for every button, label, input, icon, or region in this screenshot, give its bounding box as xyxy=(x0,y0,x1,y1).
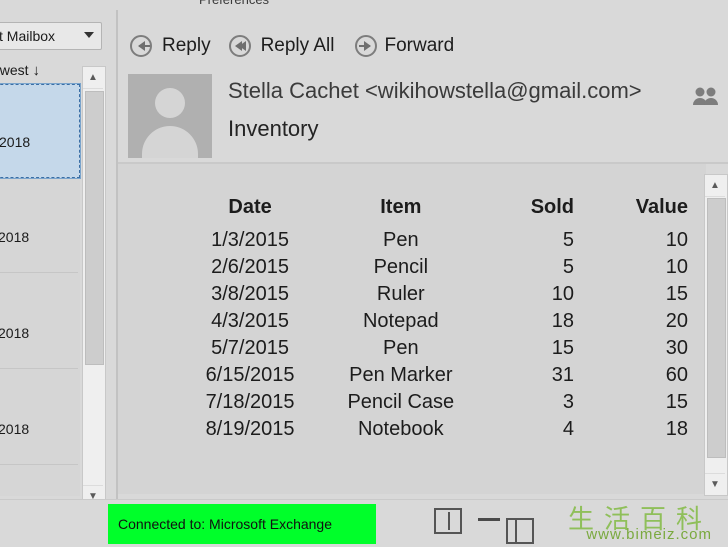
reply-button[interactable]: Reply xyxy=(130,34,211,58)
avatar xyxy=(128,74,212,158)
avatar-body xyxy=(142,126,198,158)
cell-value: 20 xyxy=(665,310,688,332)
cell-item: Pen xyxy=(383,337,419,359)
cell-value: 15 xyxy=(665,391,688,413)
table-row: 7/18/2015 Pencil Case 3 15 xyxy=(178,389,706,416)
cell-date: 4/3/2015 xyxy=(211,310,289,332)
cell-item: Ruler xyxy=(376,283,425,305)
cell-date: 6/15/2015 xyxy=(205,364,295,386)
cell-item: Pen xyxy=(383,229,419,251)
scroll-down-icon[interactable]: ▼ xyxy=(705,473,725,495)
cell-date: 3/8/2015 xyxy=(211,283,289,305)
cell-item: Notebook xyxy=(357,418,444,440)
table-row: 3/8/2015 Ruler 10 15 xyxy=(178,281,706,308)
cell-sold: 5 xyxy=(562,256,575,278)
message-list[interactable]: 2018 2018 2018 2018 xyxy=(0,83,81,496)
cell-sold: 31 xyxy=(551,364,575,386)
column-header-value: Value xyxy=(635,196,688,218)
table-row: 8/19/2015 Notebook 4 18 xyxy=(178,416,706,443)
body-scrollbar[interactable]: ▲ ▼ xyxy=(704,174,728,496)
avatar-head xyxy=(155,88,185,118)
cell-item: Pen Marker xyxy=(349,364,453,386)
message-subject: Inventory xyxy=(228,116,319,141)
view-mode-buttons xyxy=(388,508,534,544)
cell-value: 15 xyxy=(665,283,688,305)
cell-sold: 5 xyxy=(562,229,575,251)
top-strip: Preferences xyxy=(0,0,728,10)
connection-status-text: Connected to: Microsoft Exchange xyxy=(118,516,333,532)
cell-item: Notepad xyxy=(362,310,439,332)
cell-sold: 4 xyxy=(562,418,575,440)
cell-value: 60 xyxy=(665,364,688,386)
reply-all-label: Reply All xyxy=(260,35,335,56)
table-header-row: Date Item Sold Value xyxy=(178,194,706,227)
reading-pane: Reply Reply All Forward Stella Cachet <w… xyxy=(118,10,728,500)
reply-all-button[interactable]: Reply All xyxy=(228,34,335,58)
table-row: 5/7/2015 Pen 15 30 xyxy=(178,335,706,362)
body-scroll-thumb[interactable] xyxy=(707,198,726,458)
table-row: 2/6/2015 Pencil 5 10 xyxy=(178,254,706,281)
cell-date: 8/19/2015 xyxy=(205,418,295,440)
people-icon[interactable] xyxy=(692,84,720,108)
cell-date: 5/7/2015 xyxy=(211,337,289,359)
list-item-date: 2018 xyxy=(0,325,30,341)
sort-order-control[interactable]: ewest ↓ xyxy=(0,62,88,82)
cell-date: 1/3/2015 xyxy=(211,229,289,251)
book-view-button[interactable] xyxy=(434,508,462,534)
scroll-up-icon[interactable]: ▲ xyxy=(83,67,103,89)
cell-item: Pencil Case xyxy=(347,391,455,413)
cell-value: 10 xyxy=(665,229,688,251)
cell-sold: 10 xyxy=(551,283,575,305)
forward-label: Forward xyxy=(384,35,455,56)
status-bar: Connected to: Microsoft Exchange 生活百科 ww… xyxy=(0,499,728,547)
reply-icon xyxy=(130,34,156,58)
list-item-date: 2018 xyxy=(0,134,31,150)
forward-button[interactable]: Forward xyxy=(353,34,455,58)
scroll-up-icon[interactable]: ▲ xyxy=(705,175,725,197)
forward-icon xyxy=(353,34,379,58)
watermark: 生活百科 www.bimeiz.com xyxy=(512,499,722,545)
column-header-sold: Sold xyxy=(530,196,575,218)
table-row: 4/3/2015 Notepad 18 20 xyxy=(178,308,706,335)
cell-sold: 3 xyxy=(562,391,575,413)
message-toolbar: Reply Reply All Forward xyxy=(118,26,728,66)
sidebar-scrollbar[interactable]: ▲ ▼ xyxy=(82,66,106,508)
table-row: 6/15/2015 Pen Marker 31 60 xyxy=(178,362,706,389)
zoom-out-button[interactable] xyxy=(478,518,500,521)
table-row: 1/3/2015 Pen 5 10 xyxy=(178,227,706,254)
chevron-down-icon xyxy=(84,32,94,38)
cell-sold: 15 xyxy=(551,337,575,359)
cell-value: 18 xyxy=(665,418,688,440)
inventory-table: Date Item Sold Value 1/3/2015 Pen 5 10 2… xyxy=(178,194,706,443)
cell-value: 30 xyxy=(665,337,688,359)
message-body: Date Item Sold Value 1/3/2015 Pen 5 10 2… xyxy=(118,164,706,494)
arrow-down-icon: ↓ xyxy=(32,62,40,79)
list-item-date: 2018 xyxy=(0,229,30,245)
sidebar-scroll-thumb[interactable] xyxy=(85,91,104,365)
column-header-date: Date xyxy=(228,196,272,218)
cell-sold: 18 xyxy=(551,310,575,332)
mailbox-selector-label: t Mailbox xyxy=(0,28,56,44)
mail-sidebar: t Mailbox ewest ↓ 2018 2018 2018 2018 ▲ xyxy=(0,10,116,508)
list-item[interactable]: 2018 xyxy=(0,276,78,369)
outlook-window: Preferences t Mailbox ewest ↓ 2018 2018 … xyxy=(0,0,728,547)
mailbox-selector[interactable]: t Mailbox xyxy=(0,22,102,50)
list-item[interactable]: 2018 xyxy=(0,180,78,273)
reply-all-icon xyxy=(228,34,255,58)
cell-date: 2/6/2015 xyxy=(211,256,289,278)
list-item[interactable]: 2018 xyxy=(0,83,81,179)
cell-item: Pencil xyxy=(373,256,429,278)
watermark-url: www.bimeiz.com xyxy=(586,526,712,543)
list-item[interactable]: 2018 xyxy=(0,372,78,465)
cell-date: 7/18/2015 xyxy=(205,391,295,413)
sort-order-label: ewest xyxy=(0,62,29,78)
reply-label: Reply xyxy=(162,35,211,56)
connection-status-highlight: Connected to: Microsoft Exchange xyxy=(108,504,376,544)
preferences-tab[interactable]: Preferences xyxy=(174,0,294,8)
cell-value: 10 xyxy=(665,256,688,278)
list-item-date: 2018 xyxy=(0,421,30,437)
message-header: Stella Cachet <wikihowstella@gmail.com> … xyxy=(118,72,728,160)
column-header-item: Item xyxy=(380,196,422,218)
sender-address: Stella Cachet <wikihowstella@gmail.com> xyxy=(228,78,642,103)
